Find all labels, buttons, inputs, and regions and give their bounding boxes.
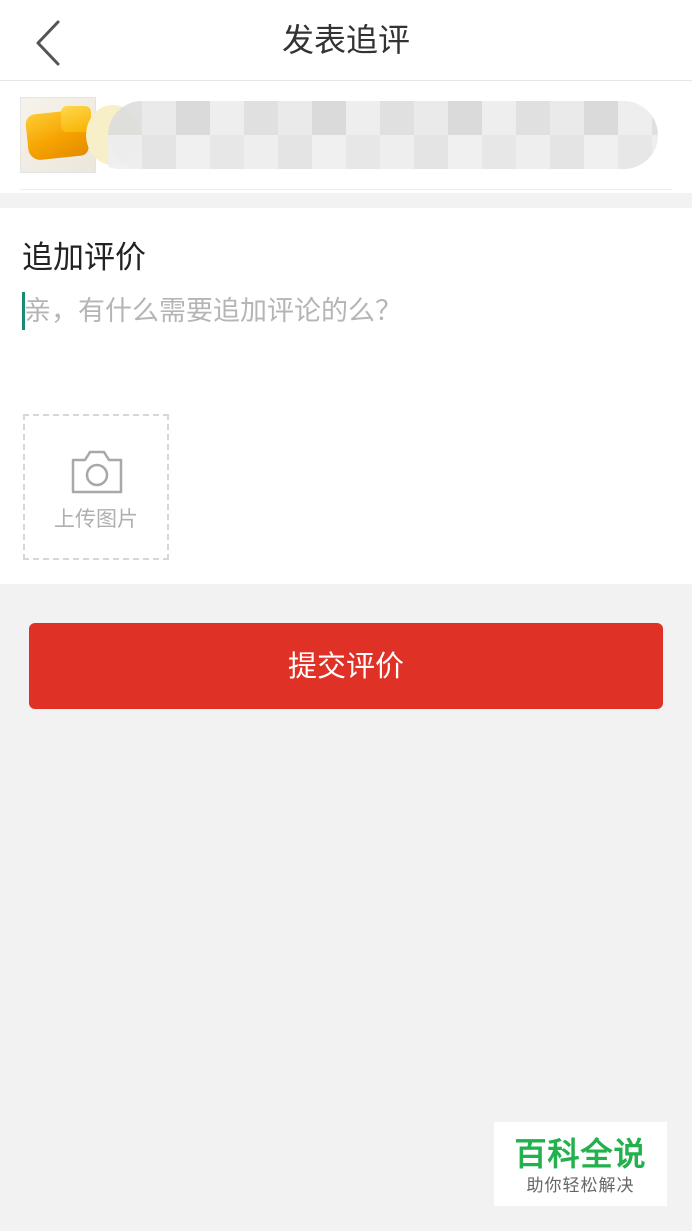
divider xyxy=(20,189,672,190)
review-form: 追加评价 上传图片 xyxy=(0,208,692,584)
upload-image-button[interactable]: 上传图片 xyxy=(23,414,169,560)
product-summary[interactable] xyxy=(0,81,692,193)
camera-icon xyxy=(71,450,123,494)
watermark-logo: 百科全说 助你轻松解决 xyxy=(494,1122,667,1206)
watermark-subtitle: 助你轻松解决 xyxy=(526,1176,635,1196)
section-title: 追加评价 xyxy=(22,240,146,276)
upload-label: 上传图片 xyxy=(54,507,138,531)
product-title-obscured xyxy=(86,101,658,169)
review-input[interactable] xyxy=(24,288,664,408)
product-thumbnail[interactable] xyxy=(20,97,96,173)
mosaic-bottom xyxy=(108,135,658,169)
submit-review-button[interactable]: 提交评价 xyxy=(29,623,663,709)
watermark-title: 百科全说 xyxy=(514,1135,647,1173)
app-header: 发表追评 xyxy=(0,0,692,81)
page-title: 发表追评 xyxy=(281,21,410,59)
